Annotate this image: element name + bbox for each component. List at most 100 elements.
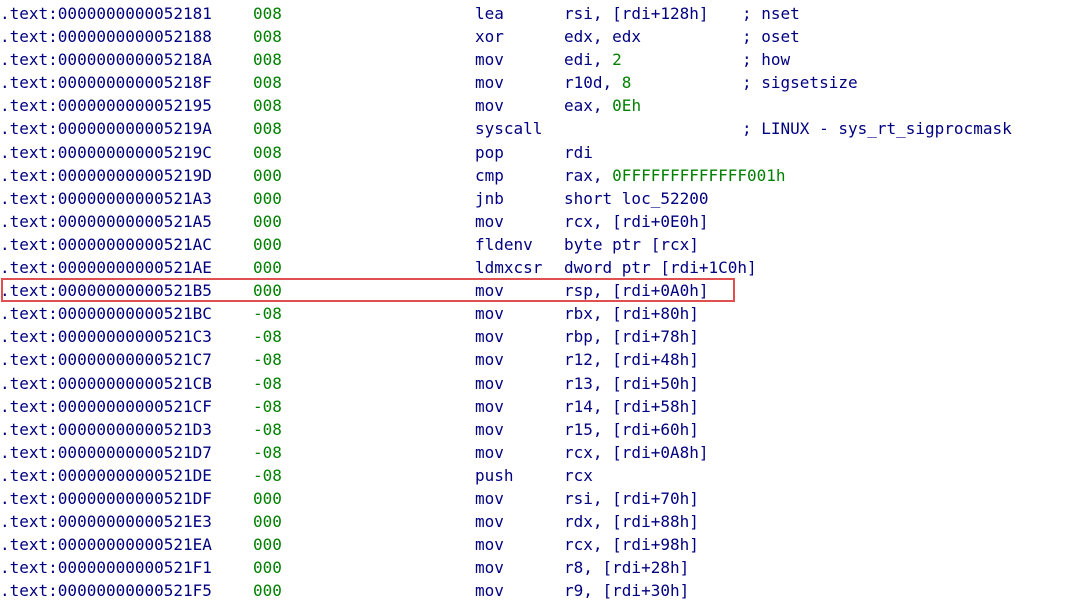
address-label[interactable]: .text:00000000000521D7	[0, 441, 212, 464]
immediate-value[interactable]: 2	[612, 50, 622, 69]
operand-text[interactable]: rdi	[564, 143, 593, 162]
instruction-mnemonic[interactable]: mov	[475, 441, 504, 464]
code-line[interactable]: .text:000000000005219C 008 pop rdi	[0, 141, 1071, 164]
instruction-operands[interactable]: rcx	[564, 464, 593, 487]
instruction-mnemonic[interactable]: pop	[475, 141, 504, 164]
operand-text[interactable]: r13, [rdi+50h]	[564, 374, 699, 393]
instruction-mnemonic[interactable]: mov	[475, 348, 504, 371]
operand-text[interactable]: rax,	[564, 166, 612, 185]
instruction-operands[interactable]: r9, [rdi+30h]	[564, 579, 689, 602]
operand-text[interactable]: r9, [rdi+30h]	[564, 581, 689, 600]
address-label[interactable]: .text:000000000005219C	[0, 141, 212, 164]
instruction-mnemonic[interactable]: mov	[475, 372, 504, 395]
operand-text[interactable]: r15, [rdi+60h]	[564, 420, 699, 439]
instruction-mnemonic[interactable]: mov	[475, 579, 504, 602]
address-label[interactable]: .text:000000000005218A	[0, 48, 212, 71]
code-line[interactable]: .text:000000000005219D 000 cmp rax, 0FFFFFF…	[0, 164, 1071, 187]
operand-text[interactable]: rbx, [rdi+80h]	[564, 304, 699, 323]
operand-text[interactable]: r8, [rdi+28h]	[564, 558, 689, 577]
code-line[interactable]: .text:0000000000052181 008 lea rsi, [rdi+12…	[0, 2, 1071, 25]
operand-text[interactable]: rdx, [rdi+88h]	[564, 512, 699, 531]
operand-text[interactable]: rcx, [rdi+0A8h]	[564, 443, 709, 462]
address-label[interactable]: .text:00000000000521DE	[0, 464, 212, 487]
address-label[interactable]: .text:00000000000521E3	[0, 510, 212, 533]
instruction-operands[interactable]: edx, edx	[564, 25, 641, 48]
code-line[interactable]: .text:00000000000521EA 000 mov rcx, [rdi+98…	[0, 533, 1071, 556]
instruction-operands[interactable]: r14, [rdi+58h]	[564, 395, 699, 418]
instruction-mnemonic[interactable]: jnb	[475, 187, 504, 210]
instruction-mnemonic[interactable]: mov	[475, 418, 504, 441]
instruction-operands[interactable]: rsi, [rdi+128h]	[564, 2, 709, 25]
operand-text[interactable]: r14, [rdi+58h]	[564, 397, 699, 416]
instruction-operands[interactable]: rbp, [rdi+78h]	[564, 325, 699, 348]
address-label[interactable]: .text:00000000000521CB	[0, 372, 212, 395]
instruction-mnemonic[interactable]: mov	[475, 325, 504, 348]
instruction-mnemonic[interactable]: fldenv	[475, 233, 533, 256]
code-line[interactable]: .text:00000000000521C7 -08 mov r12, [rdi+48…	[0, 348, 1071, 371]
operand-text[interactable]: r10d,	[564, 73, 622, 92]
address-label[interactable]: .text:00000000000521C3	[0, 325, 212, 348]
instruction-mnemonic[interactable]: cmp	[475, 164, 504, 187]
instruction-operands[interactable]: rsi, [rdi+70h]	[564, 487, 699, 510]
code-line[interactable]: .text:00000000000521BC -08 mov rbx, [rdi+80…	[0, 302, 1071, 325]
operand-text[interactable]: rbp, [rdi+78h]	[564, 327, 699, 346]
instruction-operands[interactable]: r8, [rdi+28h]	[564, 556, 689, 579]
address-label[interactable]: .text:00000000000521AC	[0, 233, 212, 256]
instruction-operands[interactable]: rdi	[564, 141, 593, 164]
instruction-mnemonic[interactable]: mov	[475, 71, 504, 94]
code-line[interactable]: .text:00000000000521F1 000 mov r8, [rdi+28h…	[0, 556, 1071, 579]
instruction-operands[interactable]: byte ptr [rcx]	[564, 233, 699, 256]
address-label[interactable]: .text:00000000000521CF	[0, 395, 212, 418]
instruction-mnemonic[interactable]: mov	[475, 279, 504, 302]
immediate-value[interactable]: 0Eh	[612, 96, 641, 115]
code-line[interactable]: .text:000000000005218F 008 mov r10d, 8 ; sig…	[0, 71, 1071, 94]
address-label[interactable]: .text:0000000000052181	[0, 2, 212, 25]
code-line[interactable]: .text:00000000000521DF 000 mov rsi, [rdi+70…	[0, 487, 1071, 510]
instruction-operands[interactable]: rbx, [rdi+80h]	[564, 302, 699, 325]
instruction-operands[interactable]: rcx, [rdi+98h]	[564, 533, 699, 556]
immediate-value[interactable]: 0FFFFFFFFFFFFF001h	[612, 166, 785, 185]
instruction-mnemonic[interactable]: push	[475, 464, 514, 487]
instruction-mnemonic[interactable]: ldmxcsr	[475, 256, 542, 279]
code-line[interactable]: .text:00000000000521D3 -08 mov r15, [rdi+60…	[0, 418, 1071, 441]
instruction-mnemonic[interactable]: mov	[475, 510, 504, 533]
instruction-operands[interactable]: eax, 0Eh	[564, 94, 641, 117]
instruction-mnemonic[interactable]: mov	[475, 94, 504, 117]
operand-text[interactable]: dword ptr [rdi+1C0h]	[564, 258, 757, 277]
address-label[interactable]: .text:00000000000521F1	[0, 556, 212, 579]
code-line[interactable]: .text:0000000000052195 008 mov eax, 0Eh	[0, 94, 1071, 117]
code-line[interactable]: .text:000000000005218A 008 mov edi, 2 ; how	[0, 48, 1071, 71]
code-line[interactable]: .text:00000000000521AC 000 fldenv byte ptr …	[0, 233, 1071, 256]
instruction-mnemonic[interactable]: syscall	[475, 117, 542, 140]
operand-text[interactable]: r12, [rdi+48h]	[564, 350, 699, 369]
disassembly-listing[interactable]: .text:0000000000052181 008 lea rsi, [rdi+12…	[0, 2, 1071, 602]
code-line[interactable]: .text:00000000000521F5 000 mov r9, [rdi+30h…	[0, 579, 1071, 602]
code-line[interactable]: .text:00000000000521E3 000 mov rdx, [rdi+88…	[0, 510, 1071, 533]
operand-text[interactable]: rsi, [rdi+70h]	[564, 489, 699, 508]
operand-text[interactable]: rsi, [rdi+128h]	[564, 4, 709, 23]
instruction-operands[interactable]: rax, 0FFFFFFFFFFFFF001h	[564, 164, 786, 187]
address-label[interactable]: .text:0000000000052188	[0, 25, 212, 48]
instruction-mnemonic[interactable]: lea	[475, 2, 504, 25]
operand-text[interactable]: rcx, [rdi+98h]	[564, 535, 699, 554]
code-line[interactable]: .text:00000000000521CB -08 mov r13, [rdi+50…	[0, 372, 1071, 395]
operand-text[interactable]: rsp, [rdi+0A0h]	[564, 281, 709, 300]
operand-text[interactable]: edi,	[564, 50, 612, 69]
instruction-mnemonic[interactable]: mov	[475, 302, 504, 325]
operand-text[interactable]: byte ptr [rcx]	[564, 235, 699, 254]
address-label[interactable]: .text:00000000000521DF	[0, 487, 212, 510]
immediate-value[interactable]: 8	[622, 73, 632, 92]
address-label[interactable]: .text:00000000000521A5	[0, 210, 212, 233]
instruction-operands[interactable]: rdx, [rdi+88h]	[564, 510, 699, 533]
instruction-mnemonic[interactable]: mov	[475, 48, 504, 71]
code-line[interactable]: .text:00000000000521A5 000 mov rcx, [rdi+0E…	[0, 210, 1071, 233]
code-line[interactable]: .text:000000000005219A 008 syscall ; LINUX …	[0, 117, 1071, 140]
code-line[interactable]: .text:00000000000521AE 000 ldmxcsr dword pt…	[0, 256, 1071, 279]
address-label[interactable]: .text:00000000000521F5	[0, 579, 212, 602]
code-line[interactable]: .text:00000000000521C3 -08 mov rbp, [rdi+78…	[0, 325, 1071, 348]
instruction-operands[interactable]: edi, 2	[564, 48, 622, 71]
address-label[interactable]: .text:00000000000521A3	[0, 187, 212, 210]
address-label[interactable]: .text:00000000000521D3	[0, 418, 212, 441]
address-label[interactable]: .text:00000000000521AE	[0, 256, 212, 279]
operand-text[interactable]: edx, edx	[564, 27, 641, 46]
